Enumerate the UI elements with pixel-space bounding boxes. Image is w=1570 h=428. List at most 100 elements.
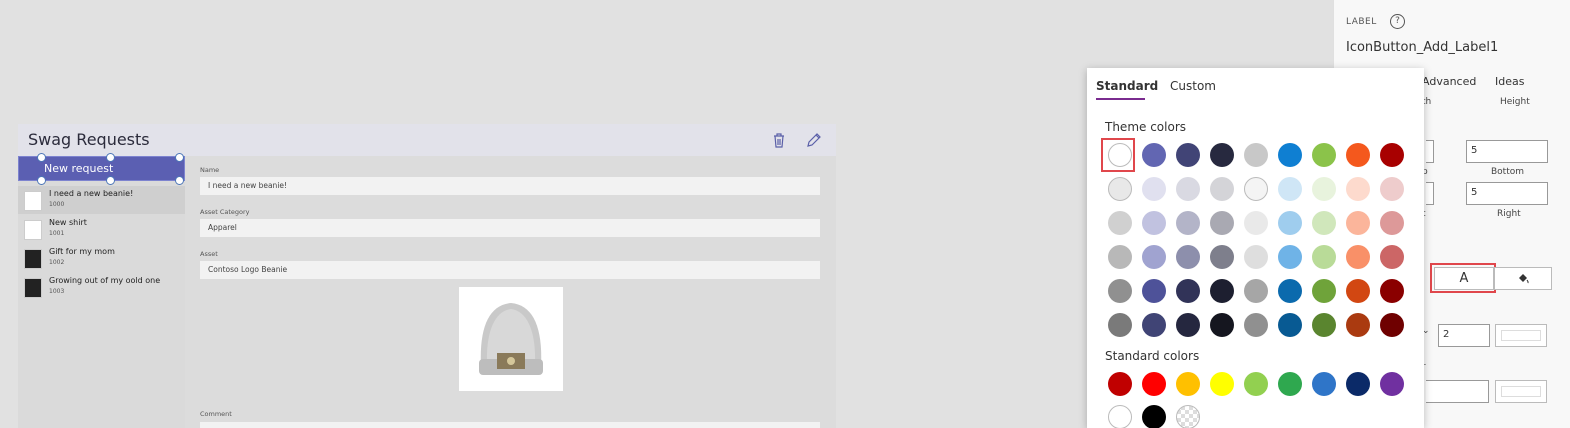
color-swatch[interactable]	[1244, 372, 1268, 396]
list-item[interactable]: New shirt 1001	[18, 215, 185, 243]
color-swatch[interactable]	[1142, 279, 1166, 303]
tab-ideas[interactable]: Ideas	[1495, 75, 1524, 88]
help-icon[interactable]: ?	[1390, 14, 1405, 29]
color-swatch[interactable]	[1346, 143, 1370, 167]
item-id: 1003	[49, 288, 65, 295]
color-swatch[interactable]	[1380, 245, 1404, 269]
color-swatch[interactable]	[1312, 143, 1336, 167]
color-swatch[interactable]	[1176, 372, 1200, 396]
color-swatch[interactable]	[1244, 143, 1268, 167]
color-swatch[interactable]	[1176, 177, 1200, 201]
list-item[interactable]: Growing out of my oold one 1003	[18, 273, 185, 301]
color-swatch[interactable]	[1380, 372, 1404, 396]
color-swatch[interactable]	[1495, 380, 1547, 403]
padding-bottom-input[interactable]: 5	[1466, 140, 1548, 163]
comment-field[interactable]	[200, 422, 820, 428]
color-swatch[interactable]	[1210, 279, 1234, 303]
resize-handle[interactable]	[175, 176, 184, 185]
color-swatch[interactable]	[1142, 211, 1166, 235]
padding-left-input[interactable]	[1426, 182, 1434, 205]
color-swatch[interactable]	[1244, 211, 1268, 235]
category-field[interactable]: Apparel	[200, 219, 820, 237]
color-swatch[interactable]	[1108, 405, 1132, 428]
highlight-box	[1101, 138, 1135, 172]
color-swatch[interactable]	[1380, 143, 1404, 167]
color-swatch[interactable]	[1142, 177, 1166, 201]
color-swatch[interactable]	[1380, 313, 1404, 337]
color-swatch[interactable]	[1142, 245, 1166, 269]
color-swatch[interactable]	[1176, 211, 1200, 235]
padding-right-input[interactable]: 5	[1466, 182, 1548, 205]
list-item[interactable]: I need a new beanie! 1000	[18, 186, 185, 214]
color-swatch[interactable]	[1346, 279, 1370, 303]
right-label: Right	[1497, 209, 1521, 219]
color-swatch[interactable]	[1108, 313, 1132, 337]
color-swatch[interactable]	[1142, 143, 1166, 167]
color-swatch[interactable]	[1176, 143, 1200, 167]
name-field[interactable]: I need a new beanie!	[200, 177, 820, 195]
color-swatch[interactable]	[1380, 177, 1404, 201]
resize-handle[interactable]	[37, 176, 46, 185]
color-swatch[interactable]	[1244, 313, 1268, 337]
color-swatch[interactable]	[1244, 279, 1268, 303]
tab-custom[interactable]: Custom	[1170, 79, 1216, 93]
color-swatch[interactable]	[1108, 177, 1132, 201]
padding-top-input[interactable]	[1426, 140, 1434, 163]
color-swatch[interactable]	[1346, 245, 1370, 269]
color-swatch[interactable]	[1108, 279, 1132, 303]
color-swatch[interactable]	[1142, 313, 1166, 337]
color-swatch[interactable]	[1108, 372, 1132, 396]
color-swatch[interactable]	[1210, 313, 1234, 337]
color-swatch[interactable]	[1278, 245, 1302, 269]
list-item[interactable]: Gift for my mom 1002	[18, 244, 185, 272]
color-swatch[interactable]	[1346, 177, 1370, 201]
resize-handle[interactable]	[106, 176, 115, 185]
resize-handle[interactable]	[106, 153, 115, 162]
color-swatch[interactable]	[1380, 211, 1404, 235]
tab-advanced[interactable]: Advanced	[1422, 75, 1476, 88]
color-swatch[interactable]	[1312, 177, 1336, 201]
color-swatch[interactable]	[1176, 245, 1200, 269]
color-swatch[interactable]	[1210, 372, 1234, 396]
color-swatch[interactable]	[1278, 372, 1302, 396]
color-swatch[interactable]	[1210, 245, 1234, 269]
color-swatch[interactable]	[1278, 143, 1302, 167]
control-name: IconButton_Add_Label1	[1346, 40, 1499, 55]
color-swatch[interactable]	[1312, 372, 1336, 396]
color-swatch[interactable]	[1176, 405, 1200, 428]
color-swatch[interactable]	[1244, 245, 1268, 269]
color-swatch[interactable]	[1312, 279, 1336, 303]
resize-handle[interactable]	[37, 153, 46, 162]
color-swatch[interactable]	[1108, 211, 1132, 235]
border-color-swatch[interactable]	[1495, 324, 1547, 347]
color-swatch[interactable]	[1346, 372, 1370, 396]
asset-field[interactable]: Contoso Logo Beanie	[200, 261, 820, 279]
color-swatch[interactable]	[1244, 177, 1268, 201]
trash-icon[interactable]	[770, 131, 788, 149]
color-swatch[interactable]	[1278, 177, 1302, 201]
color-swatch[interactable]	[1210, 143, 1234, 167]
color-swatch[interactable]	[1312, 313, 1336, 337]
new-request-button[interactable]: New request	[18, 153, 185, 185]
edit-pencil-icon[interactable]	[805, 131, 823, 149]
color-swatch[interactable]	[1346, 211, 1370, 235]
color-swatch[interactable]	[1210, 211, 1234, 235]
border-thickness-input[interactable]: 2	[1438, 324, 1490, 347]
color-swatch[interactable]	[1346, 313, 1370, 337]
color-swatch[interactable]	[1380, 279, 1404, 303]
color-swatch[interactable]	[1108, 245, 1132, 269]
color-swatch[interactable]	[1142, 405, 1166, 428]
color-swatch[interactable]	[1142, 372, 1166, 396]
color-swatch[interactable]	[1176, 313, 1200, 337]
fill-color-button[interactable]	[1494, 267, 1552, 290]
color-swatch[interactable]	[1312, 245, 1336, 269]
color-swatch[interactable]	[1176, 279, 1200, 303]
tab-standard[interactable]: Standard	[1096, 79, 1158, 93]
resize-handle[interactable]	[175, 153, 184, 162]
color-swatch[interactable]	[1278, 313, 1302, 337]
color-swatch[interactable]	[1278, 279, 1302, 303]
color-swatch[interactable]	[1210, 177, 1234, 201]
color-swatch[interactable]	[1278, 211, 1302, 235]
color-input[interactable]	[1426, 380, 1489, 403]
color-swatch[interactable]	[1312, 211, 1336, 235]
